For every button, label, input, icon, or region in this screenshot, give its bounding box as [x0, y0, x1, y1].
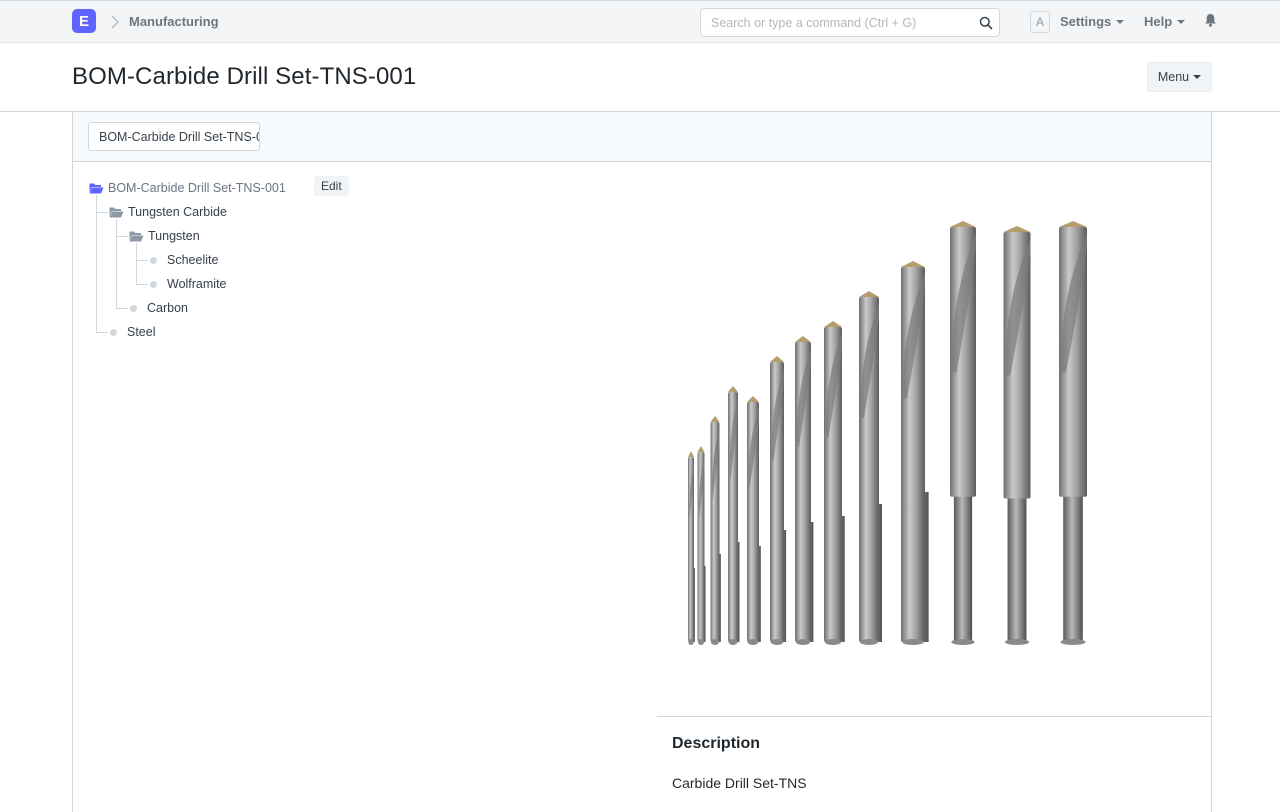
- bom-tree-view: BOM-Carbide Drill Set-TNS-001 Edit Tungs…: [72, 112, 1212, 812]
- filter-bar: [73, 112, 1211, 162]
- bom-filter-input[interactable]: [89, 123, 259, 150]
- bom-tree: BOM-Carbide Drill Set-TNS-001 Edit Tungs…: [73, 162, 673, 462]
- drill-tip: [795, 336, 811, 342]
- app-logo[interactable]: E: [72, 9, 96, 33]
- drill-tip: [728, 386, 738, 392]
- tree-connector: [116, 236, 128, 237]
- tree-connector: [116, 308, 128, 309]
- description-heading: Description: [672, 735, 761, 752]
- drill-shank: [1063, 476, 1083, 642]
- product-image: [688, 221, 1087, 645]
- drill-end: [688, 639, 694, 645]
- leaf-dot-icon: [130, 304, 137, 312]
- drill-end: [1060, 639, 1086, 645]
- caret-down-icon: [1177, 19, 1186, 24]
- menu-label: Menu: [1157, 70, 1190, 84]
- folder-open-icon: [89, 183, 104, 194]
- folder-open-icon: [109, 207, 124, 218]
- tree-node-label: Tungsten: [148, 229, 200, 243]
- drill-end: [770, 639, 784, 645]
- search-input[interactable]: [701, 9, 966, 36]
- tree-node-label: Steel: [127, 325, 156, 339]
- bom-filter[interactable]: [88, 122, 260, 151]
- help-label: Help: [1144, 14, 1173, 29]
- tree-node[interactable]: Wolframite: [150, 275, 227, 293]
- description-section: Description Carbide Drill Set-TNS: [657, 716, 1212, 812]
- drill-tip: [901, 261, 925, 267]
- tree-connector: [96, 195, 97, 333]
- drill-tip: [697, 446, 705, 452]
- chevron-right-icon: [111, 15, 119, 29]
- drill-shank: [1007, 478, 1027, 642]
- drill-end: [951, 639, 975, 645]
- drill-end: [728, 639, 738, 645]
- search-icon[interactable]: [979, 16, 993, 30]
- drill-end: [697, 639, 705, 645]
- drill-tip: [824, 321, 842, 327]
- breadcrumb-manufacturing[interactable]: Manufacturing: [129, 14, 219, 29]
- tree-connector: [116, 219, 117, 309]
- tree-node[interactable]: Carbon: [130, 299, 188, 317]
- tree-connector: [136, 284, 148, 285]
- bell-icon[interactable]: [1204, 13, 1217, 27]
- drill-end: [824, 639, 842, 645]
- search-box[interactable]: [700, 8, 1000, 37]
- tree-node-label: Scheelite: [167, 253, 219, 267]
- page-head: BOM-Carbide Drill Set-TNS-001 Menu: [0, 43, 1280, 112]
- drill-tip: [770, 356, 784, 362]
- caret-down-icon: [1116, 19, 1125, 24]
- drill-tip: [747, 396, 759, 402]
- drill-tip: [710, 416, 720, 422]
- settings-dropdown[interactable]: Settings: [1060, 14, 1125, 29]
- navbar: E Manufacturing A Settings Help: [0, 0, 1280, 43]
- tree-node[interactable]: Tungsten: [129, 227, 200, 245]
- drill-shank: [953, 476, 973, 642]
- drill-end: [747, 639, 759, 645]
- drill-end: [1004, 639, 1030, 645]
- drill-tip: [1059, 221, 1087, 227]
- tree-node-label: Carbon: [147, 301, 188, 315]
- drill-end: [795, 639, 811, 645]
- tree-connector: [136, 243, 137, 285]
- description-text: Carbide Drill Set-TNS: [672, 775, 807, 791]
- settings-label: Settings: [1060, 14, 1112, 29]
- menu-button[interactable]: Menu: [1147, 62, 1212, 92]
- help-dropdown[interactable]: Help: [1144, 14, 1186, 29]
- tree-node-label: Tungsten Carbide: [128, 205, 227, 219]
- tree-node[interactable]: Tungsten Carbide: [109, 203, 227, 221]
- drill-end: [860, 639, 878, 645]
- caret-down-icon: [1193, 75, 1202, 79]
- page-title: BOM-Carbide Drill Set-TNS-001: [72, 63, 417, 90]
- tree-node-label: BOM-Carbide Drill Set-TNS-001: [108, 181, 286, 195]
- tree-connector: [96, 212, 108, 213]
- drill-end: [902, 639, 924, 645]
- tree-node-root[interactable]: BOM-Carbide Drill Set-TNS-001: [89, 179, 286, 197]
- tree-node[interactable]: Scheelite: [150, 251, 218, 269]
- tree-connector: [96, 332, 108, 333]
- drill-tip: [950, 221, 976, 227]
- tree-node[interactable]: Steel: [110, 323, 156, 341]
- edit-button[interactable]: Edit: [314, 176, 349, 196]
- drill-tip: [1003, 226, 1031, 232]
- drill-tip: [688, 451, 694, 457]
- leaf-dot-icon: [150, 280, 157, 288]
- leaf-dot-icon: [150, 256, 157, 264]
- folder-open-icon: [129, 231, 144, 242]
- drill-tip: [859, 291, 879, 297]
- avatar[interactable]: A: [1030, 11, 1050, 33]
- tree-connector: [136, 260, 148, 261]
- leaf-dot-icon: [110, 328, 117, 336]
- drill-end: [710, 639, 720, 645]
- tree-node-label: Wolframite: [167, 277, 227, 291]
